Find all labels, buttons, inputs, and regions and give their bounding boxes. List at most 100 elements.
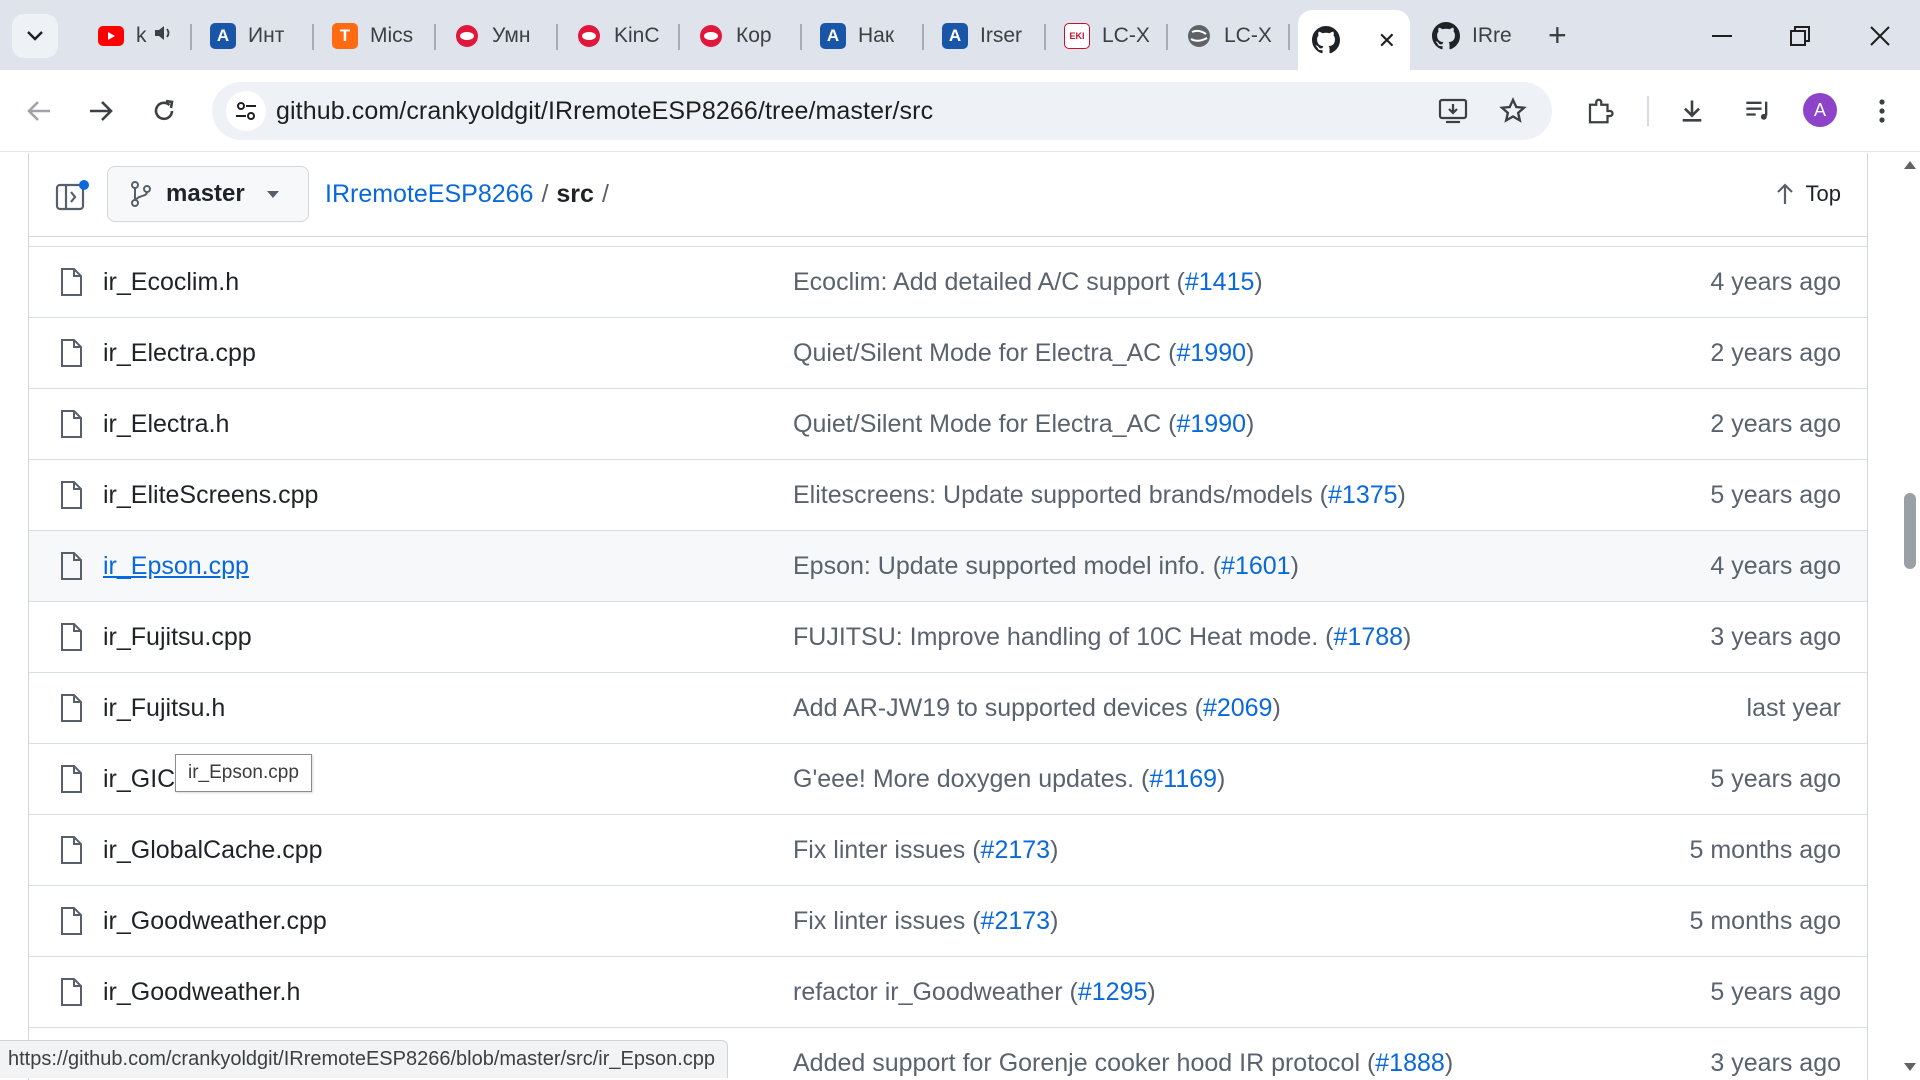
pull-request-link[interactable]: #1788 xyxy=(1334,623,1404,651)
browser-tab[interactable]: KinC xyxy=(562,13,672,59)
file-name-link[interactable]: ir_Fujitsu.h xyxy=(103,694,225,723)
pull-request-link[interactable]: #2069 xyxy=(1203,694,1273,722)
install-app-icon[interactable] xyxy=(1438,96,1468,126)
pull-request-link[interactable]: #1888 xyxy=(1375,1049,1445,1077)
tab-title: Инт xyxy=(248,24,285,47)
commit-message[interactable]: Quiet/Silent Mode for Electra_AC (#1990) xyxy=(793,410,1254,439)
file-name-link[interactable]: ir_Goodweather.cpp xyxy=(103,907,327,936)
scroll-up-arrow-icon[interactable] xyxy=(1904,161,1916,169)
file-name-link[interactable]: ir_Epson.cpp xyxy=(103,552,249,581)
file-name-link[interactable]: ir_Ecoclim.h xyxy=(103,268,239,297)
browser-tab[interactable]: T Mics xyxy=(318,13,428,59)
tab-separator xyxy=(678,24,680,50)
commit-message-close: ) xyxy=(1246,339,1255,367)
pull-request-link[interactable]: #2173 xyxy=(981,836,1051,864)
browser-tab[interactable]: A Инт xyxy=(196,13,306,59)
scrollbar-thumb[interactable] xyxy=(1904,493,1916,569)
browser-tab[interactable]: A Нак xyxy=(806,13,916,59)
habr-icon: A xyxy=(942,23,968,49)
commit-message-text: Add AR-JW19 to supported devices ( xyxy=(793,694,1203,722)
browser-tab[interactable]: Кор xyxy=(684,13,794,59)
commit-message-close: ) xyxy=(1397,481,1406,509)
back-arrow-icon[interactable] xyxy=(17,89,61,133)
file-row[interactable]: ir_Goodweather.cpp Fix linter issues (#21… xyxy=(29,885,1867,956)
tab-separator xyxy=(434,24,436,50)
downloads-icon[interactable] xyxy=(1670,89,1714,133)
browser-tab[interactable]: Умн xyxy=(440,13,550,59)
address-bar[interactable]: github.com/crankyoldgit/IRremoteESP8266/… xyxy=(212,82,1552,140)
commit-message-close: ) xyxy=(1147,978,1156,1006)
site-info-tune-icon[interactable] xyxy=(226,91,266,131)
sidebar-toggle-icon[interactable] xyxy=(55,179,89,213)
browser-tab[interactable]: LC-X xyxy=(1172,13,1282,59)
file-row[interactable]: ir_Electra.h Quiet/Silent Mode for Electr… xyxy=(29,388,1867,459)
pull-request-link[interactable]: #1990 xyxy=(1177,339,1247,367)
commit-message[interactable]: Add AR-JW19 to supported devices (#2069) xyxy=(793,694,1281,723)
commit-message[interactable]: Elitescreens: Update supported brands/mo… xyxy=(793,481,1406,510)
file-row[interactable]: ir_EliteScreens.cpp Elitescreens: Update … xyxy=(29,459,1867,530)
file-row[interactable]: ir_Ecoclim.h Ecoclim: Add detailed A/C su… xyxy=(29,246,1867,317)
minimize-icon[interactable] xyxy=(1692,14,1752,58)
commit-message-close: ) xyxy=(1403,623,1412,651)
breadcrumb-repo-link[interactable]: IRremoteESP8266 xyxy=(325,180,533,208)
pull-request-link[interactable]: #1375 xyxy=(1328,481,1398,509)
commit-message[interactable]: Added support for Gorenje cooker hood IR… xyxy=(793,1049,1453,1078)
browser-tab[interactable]: EKI LC-X xyxy=(1050,13,1160,59)
commit-message[interactable]: Fix linter issues (#2173) xyxy=(793,907,1058,936)
file-row[interactable]: ir_Electra.cpp Quiet/Silent Mode for Elec… xyxy=(29,317,1867,388)
commit-message-text: Quiet/Silent Mode for Electra_AC ( xyxy=(793,339,1177,367)
breadcrumb: IRremoteESP8266 /src / xyxy=(325,180,617,209)
tab-title: Кор xyxy=(736,24,772,47)
page-scrollbar[interactable] xyxy=(1900,153,1920,1080)
new-tab-plus-icon[interactable]: + xyxy=(1548,16,1567,54)
pull-request-link[interactable]: #2173 xyxy=(981,907,1051,935)
commit-message[interactable]: refactor ir_Goodweather (#1295) xyxy=(793,978,1156,1007)
commit-age: 5 months ago xyxy=(1689,836,1842,864)
file-name-link[interactable]: ir_Electra.h xyxy=(103,410,229,439)
file-row[interactable]: ir_Fujitsu.h Add AR-JW19 to supported dev… xyxy=(29,672,1867,743)
opera-icon xyxy=(454,23,480,49)
tab-irremote[interactable]: IRre xyxy=(1418,13,1530,59)
habr-icon: A xyxy=(210,23,236,49)
pull-request-link[interactable]: #1415 xyxy=(1185,268,1255,296)
forward-arrow-icon[interactable] xyxy=(79,89,123,133)
commit-message[interactable]: FUJITSU: Improve handling of 10C Heat mo… xyxy=(793,623,1411,652)
tab-active[interactable]: ✕ xyxy=(1298,10,1410,70)
file-row[interactable]: ir_Goodweather.h refactor ir_Goodweather … xyxy=(29,956,1867,1027)
scroll-down-arrow-icon[interactable] xyxy=(1904,1063,1916,1071)
commit-message-close: ) xyxy=(1290,552,1299,580)
pull-request-link[interactable]: #1169 xyxy=(1149,765,1217,793)
browser-tab[interactable]: k xyxy=(84,13,184,59)
file-name-link[interactable]: ir_Electra.cpp xyxy=(103,339,256,368)
back-to-top-button[interactable]: Top xyxy=(1776,181,1841,207)
commit-message[interactable]: Quiet/Silent Mode for Electra_AC (#1990) xyxy=(793,339,1254,368)
branch-selector-button[interactable]: master xyxy=(107,166,309,222)
media-control-icon[interactable] xyxy=(1736,89,1780,133)
file-row[interactable]: ir_Epson.cpp Epson: Update supported mode… xyxy=(29,530,1867,601)
close-window-icon[interactable] xyxy=(1850,14,1910,58)
reload-icon[interactable] xyxy=(142,89,186,133)
bookmark-star-icon[interactable] xyxy=(1498,96,1528,126)
file-name-link[interactable]: ir_EliteScreens.cpp xyxy=(103,481,318,510)
extensions-puzzle-icon[interactable] xyxy=(1578,89,1622,133)
browser-tab[interactable]: A Irser xyxy=(928,13,1038,59)
pull-request-link[interactable]: #1990 xyxy=(1177,410,1247,438)
commit-message[interactable]: Ecoclim: Add detailed A/C support (#1415… xyxy=(793,268,1263,297)
commit-message[interactable]: G'eee! More doxygen updates. (#1169) xyxy=(793,765,1225,794)
file-row[interactable]: ir_GlobalCache.cpp Fix linter issues (#21… xyxy=(29,814,1867,885)
tab-separator xyxy=(556,24,558,50)
tab-search-button[interactable] xyxy=(12,14,58,58)
pull-request-link[interactable]: #1295 xyxy=(1078,978,1148,1006)
file-name-link[interactable]: ir_Goodweather.h xyxy=(103,978,300,1007)
profile-avatar[interactable]: A xyxy=(1803,93,1837,127)
commit-message[interactable]: Epson: Update supported model info. (#16… xyxy=(793,552,1299,581)
kebab-menu-icon[interactable] xyxy=(1860,89,1904,133)
file-name-link[interactable]: ir_GlobalCache.cpp xyxy=(103,836,323,865)
file-name-link[interactable]: ir_Fujitsu.cpp xyxy=(103,623,252,652)
restore-icon[interactable] xyxy=(1770,14,1830,58)
pull-request-link[interactable]: #1601 xyxy=(1221,552,1291,580)
commit-message[interactable]: Fix linter issues (#2173) xyxy=(793,836,1058,865)
file-row[interactable]: ir_Fujitsu.cpp FUJITSU: Improve handling … xyxy=(29,601,1867,672)
file-icon xyxy=(61,623,82,651)
close-tab-icon[interactable]: ✕ xyxy=(1378,28,1396,54)
